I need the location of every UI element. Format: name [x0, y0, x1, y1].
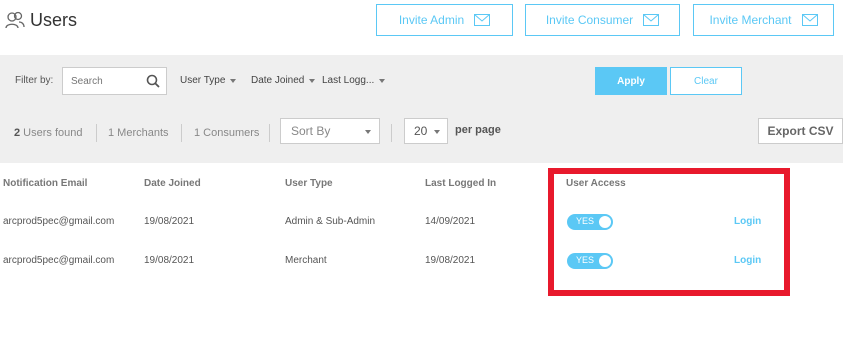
per-page-value: 20 — [414, 124, 428, 138]
divider — [96, 124, 97, 142]
clear-button[interactable]: Clear — [670, 67, 742, 95]
filter-label: Filter by: — [15, 75, 54, 86]
sort-by-label: Sort By — [291, 124, 331, 138]
column-header-date-joined[interactable]: Date Joined — [144, 178, 201, 189]
date-joined-dropdown[interactable]: Date Joined — [251, 75, 316, 86]
chevron-down-icon — [309, 78, 316, 83]
page-title: Users — [30, 10, 78, 30]
date-joined-cell: 19/08/2021 — [144, 255, 195, 266]
date-joined-cell: 19/08/2021 — [144, 216, 195, 227]
invite-merchant-label: Invite Merchant — [709, 13, 792, 27]
date-joined-label: Date Joined — [251, 75, 305, 86]
apply-button[interactable]: Apply — [595, 67, 667, 95]
highlight-box — [548, 168, 790, 296]
search-box — [62, 67, 167, 95]
user-type-cell: Merchant — [285, 255, 327, 266]
search-input[interactable] — [63, 68, 143, 94]
email-cell: arcprod5pec@gmail.com — [3, 216, 115, 227]
last-logged-dropdown[interactable]: Last Logg... — [322, 75, 386, 86]
invite-admin-label: Invite Admin — [398, 13, 465, 27]
divider — [391, 124, 392, 142]
divider — [269, 124, 270, 142]
users-found-label: Users found — [20, 127, 83, 139]
user-type-label: User Type — [180, 75, 226, 86]
column-header-email[interactable]: Notification Email — [3, 178, 87, 189]
sort-by-select[interactable]: Sort By — [280, 118, 380, 144]
last-logged-in-cell: 19/08/2021 — [425, 255, 476, 266]
last-logged-label: Last Logg... — [322, 75, 375, 86]
merchants-label: Merchants — [114, 127, 169, 139]
merchants-count-link[interactable]: 1 Merchants — [108, 127, 169, 139]
chevron-down-icon — [365, 130, 371, 134]
consumers-label: Consumers — [200, 127, 260, 139]
column-header-user-type[interactable]: User Type — [285, 178, 333, 189]
user-type-cell: Admin & Sub-Admin — [285, 216, 376, 227]
email-cell: arcprod5pec@gmail.com — [3, 255, 115, 266]
invite-consumer-label: Invite Consumer — [545, 13, 634, 27]
consumers-count-link[interactable]: 1 Consumers — [194, 127, 259, 139]
envelope-icon — [643, 14, 660, 26]
chevron-down-icon — [434, 130, 440, 134]
page-header: Users Invite Admin Invite Consumer Invit… — [0, 0, 843, 43]
per-page-select[interactable]: 20 — [404, 118, 448, 144]
invite-merchant-button[interactable]: Invite Merchant — [693, 4, 834, 36]
user-type-dropdown[interactable]: User Type — [180, 75, 237, 86]
column-header-last-logged-in[interactable]: Last Logged In — [425, 178, 496, 189]
divider — [181, 124, 182, 142]
export-csv-button[interactable]: Export CSV — [758, 118, 843, 144]
chevron-down-icon — [230, 78, 237, 83]
filter-bar: Filter by: User Type Date Joined Last Lo… — [0, 55, 843, 107]
users-icon — [5, 11, 25, 29]
invite-consumer-button[interactable]: Invite Consumer — [525, 4, 680, 36]
envelope-icon — [801, 14, 818, 26]
envelope-icon — [474, 14, 491, 26]
search-icon[interactable] — [146, 74, 160, 88]
summary-bar: 2 Users found 1 Merchants 1 Consumers So… — [0, 107, 843, 163]
invite-admin-button[interactable]: Invite Admin — [376, 4, 513, 36]
users-found-count: 2 Users found — [14, 127, 83, 139]
last-logged-in-cell: 14/09/2021 — [425, 216, 476, 227]
chevron-down-icon — [379, 78, 386, 83]
per-page-label: per page — [455, 124, 501, 136]
